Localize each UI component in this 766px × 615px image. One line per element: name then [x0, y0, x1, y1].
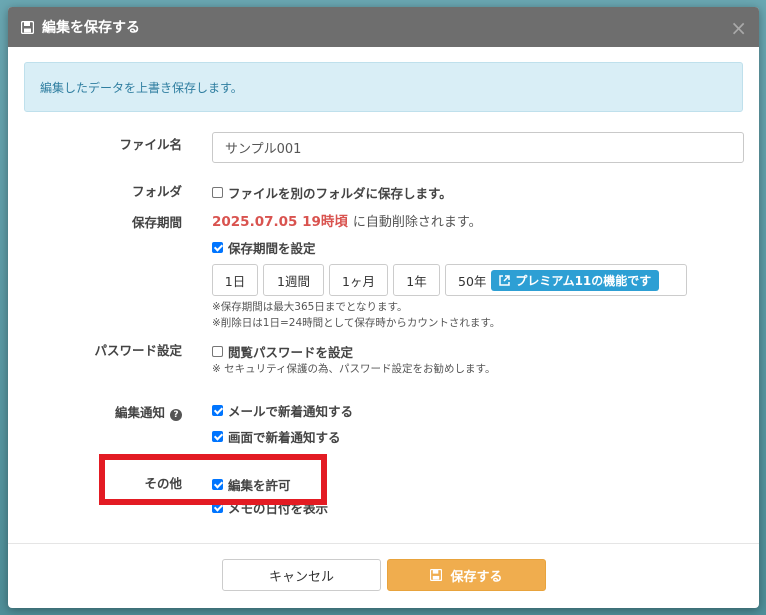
notify-screen-option[interactable]: 画面で新着通知する	[212, 427, 341, 446]
alert-text: 編集したデータを上書き保存します。	[40, 80, 243, 95]
save-button-floppy-icon	[430, 569, 443, 581]
notify-label: 編集通知?	[8, 402, 182, 421]
retention-label: 保存期間	[131, 215, 182, 230]
password-checkbox[interactable]	[212, 346, 223, 357]
external-link-icon	[499, 274, 511, 286]
notify-label-text: 編集通知	[114, 405, 165, 420]
folder-label: フォルダ	[131, 184, 182, 199]
close-icon[interactable]: ×	[730, 16, 747, 40]
notify-screen-checkbox[interactable]	[212, 431, 223, 442]
notify-screen-label: 画面で新着通知する	[228, 430, 341, 445]
folder-option[interactable]: ファイルを別のフォルダに保存します。	[212, 183, 452, 202]
retention-note-2: ※削除日は1日=24時間として保存時からカウントされます。	[212, 317, 501, 329]
password-option-label: 閲覧パスワードを設定	[228, 345, 354, 360]
period-50year-label: 50年	[458, 273, 487, 289]
period-1month-label: 1ヶ月	[342, 273, 375, 289]
period-1year-label: 1年	[406, 273, 427, 289]
retention-note-1: ※保存期間は最大365日までとなります。	[212, 301, 408, 313]
period-1month-button[interactable]: 1ヶ月	[329, 264, 388, 296]
file-name-value: サンプル001	[225, 142, 302, 157]
notify-mail-option[interactable]: メールで新着通知する	[212, 401, 353, 420]
help-icon[interactable]: ?	[170, 409, 182, 421]
footer-divider	[8, 543, 759, 544]
password-option[interactable]: 閲覧パスワードを設定	[212, 342, 353, 361]
retention-set-option[interactable]: 保存期間を設定	[212, 238, 316, 257]
deletion-suffix: に自動削除されます。	[352, 214, 482, 230]
period-1day-button[interactable]: 1日	[212, 264, 258, 296]
save-button[interactable]: 保存する	[387, 559, 546, 591]
password-label: パスワード設定	[94, 343, 182, 358]
password-note: ※ セキュリティ保護の為、パスワード設定をお勧めします。	[212, 363, 496, 375]
retention-date-line: 2025.07.05 19時頃 に自動削除されます。	[212, 210, 482, 230]
retention-set-label: 保存期間を設定	[228, 241, 316, 256]
period-1week-button[interactable]: 1週間	[263, 264, 324, 296]
file-name-input[interactable]: サンプル001	[212, 132, 744, 163]
save-button-label: 保存する	[450, 569, 503, 585]
retention-set-checkbox[interactable]	[212, 242, 223, 253]
allow-edit-label: 編集を許可	[228, 478, 291, 493]
file-name-label: ファイル名	[119, 137, 182, 152]
folder-checkbox[interactable]	[212, 187, 223, 198]
premium-badge-text: プレミアム11の機能です	[515, 273, 652, 288]
deletion-date: 2025.07.05 19時頃	[212, 214, 348, 230]
period-1week-label: 1週間	[277, 273, 310, 289]
allow-edit-checkbox[interactable]	[212, 479, 223, 490]
folder-option-label: ファイルを別のフォルダに保存します。	[228, 186, 452, 201]
period-1year-button[interactable]: 1年	[393, 264, 440, 296]
notify-mail-label: メールで新着通知する	[228, 404, 354, 419]
premium-badge: プレミアム11の機能です	[491, 269, 660, 291]
info-alert: 編集したデータを上書き保存します。	[24, 62, 743, 112]
modal-header: 編集を保存する ×	[8, 7, 759, 47]
save-edit-modal: 編集を保存する × 編集したデータを上書き保存します。 ファイル名 サンプル00…	[8, 7, 759, 608]
floppy-disk-icon	[21, 20, 34, 34]
period-50year-button[interactable]: 50年 プレミアム11の機能です	[445, 264, 687, 296]
cancel-button-label: キャンセル	[268, 569, 334, 585]
allow-edit-option[interactable]: 編集を許可	[212, 475, 291, 494]
cancel-button[interactable]: キャンセル	[222, 559, 381, 591]
period-1day-label: 1日	[224, 273, 246, 289]
modal-title: 編集を保存する	[42, 20, 140, 36]
notify-mail-checkbox[interactable]	[212, 405, 223, 416]
other-label: その他	[144, 476, 182, 491]
